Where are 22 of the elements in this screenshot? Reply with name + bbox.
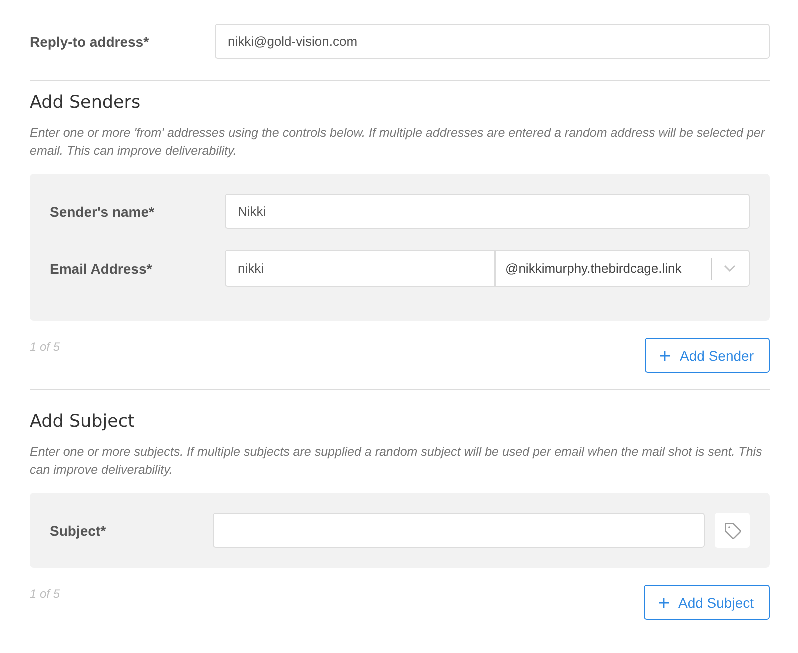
field-label: Subject*: [50, 522, 108, 538]
tag-icon: [724, 522, 740, 538]
section-heading: Add Senders: [30, 92, 142, 115]
add-button[interactable]: Add Sender: [645, 338, 770, 373]
input-field[interactable]: Nikki: [225, 194, 750, 229]
domain-dropdown[interactable]: @nikkimurphy.thebirdcage.link: [494, 250, 750, 287]
tag-button[interactable]: [715, 513, 750, 548]
input-field[interactable]: nikki@gold-vision.com: [215, 24, 770, 59]
chevron-down-icon: [724, 265, 736, 272]
item-count: 1 of 5: [30, 586, 60, 602]
plus-icon: [658, 598, 668, 608]
section-description: Enter one or more 'from' addresses using the controls below. If multiple addresses are entered a random address will be selected per email. This can improve deliverability.: [30, 125, 766, 160]
add-button[interactable]: Add Subject: [644, 585, 770, 620]
field-label: Email Address*: [50, 260, 154, 276]
input-field[interactable]: [213, 513, 705, 548]
section-description: Enter one or more subjects. If multiple subjects are supplied a random subject will be used per email when the mail shot is sent. This can improve deliverability.: [30, 444, 764, 479]
plus-icon: [660, 350, 670, 360]
input-field[interactable]: nikki: [225, 250, 494, 287]
section-heading: Add Subject: [30, 411, 136, 434]
item-count: 1 of 5: [30, 339, 60, 355]
field-label: Sender's name*: [50, 204, 156, 220]
field-label: Reply-to address*: [30, 34, 150, 50]
